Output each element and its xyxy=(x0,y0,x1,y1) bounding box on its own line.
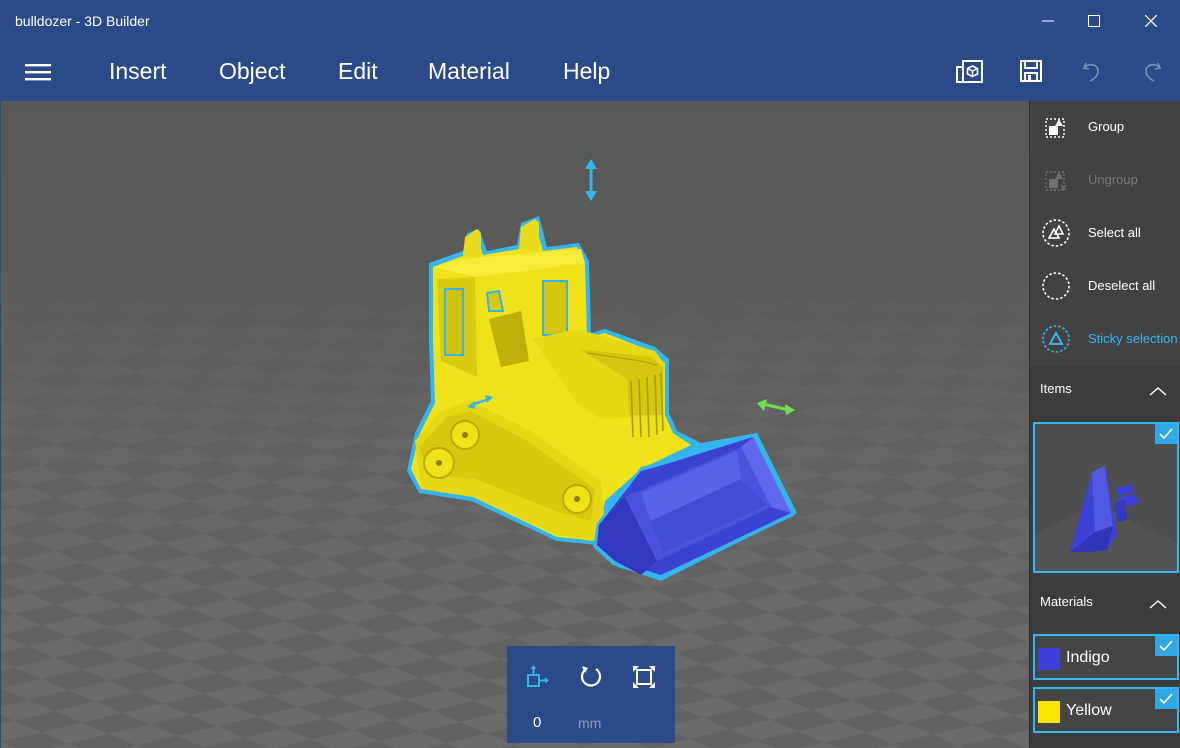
items-section-title: Items xyxy=(1040,381,1072,396)
group-label: Group xyxy=(1088,119,1125,134)
items-section-header: Items xyxy=(1030,369,1180,409)
deselect-all-button[interactable]: Deselect all xyxy=(1030,260,1180,313)
group-button[interactable]: Group xyxy=(1030,101,1180,154)
title-bar: bulldozer - 3D Builder xyxy=(1,1,1180,41)
transform-value[interactable]: 0 xyxy=(533,714,541,731)
hamburger-button[interactable] xyxy=(23,61,53,83)
scale-icon xyxy=(633,666,655,688)
bucket-thumbnail xyxy=(1035,424,1177,571)
select-all-icon xyxy=(1042,219,1070,247)
ungroup-icon xyxy=(1045,171,1067,191)
3d-view-icon xyxy=(956,60,983,83)
save-button[interactable] xyxy=(1016,56,1046,86)
transform-unit: mm xyxy=(578,715,602,731)
checkmark-icon xyxy=(1159,428,1173,440)
app-window: bulldozer - 3D Builder Insert Object Edi… xyxy=(0,0,1180,748)
materials-section-title: Materials xyxy=(1040,594,1093,609)
checkmark-icon xyxy=(1159,693,1173,705)
ungroup-label: Ungroup xyxy=(1088,172,1138,187)
close-button[interactable] xyxy=(1128,1,1174,41)
move-icon xyxy=(527,665,549,687)
undo-button[interactable] xyxy=(1077,56,1107,86)
menu-insert[interactable]: Insert xyxy=(109,58,167,85)
menu-help[interactable]: Help xyxy=(563,58,610,85)
close-icon xyxy=(1145,15,1157,27)
material-yellow[interactable]: Yellow xyxy=(1033,687,1179,733)
save-icon xyxy=(1020,60,1042,82)
3d-viewport[interactable]: 0 mm xyxy=(1,101,1029,748)
menu-material[interactable]: Material xyxy=(428,58,510,85)
right-panel: Group Ungroup Select all Deselect all St… xyxy=(1029,101,1180,748)
transform-toolbox: 0 mm xyxy=(507,646,675,743)
select-all-button[interactable]: Select all xyxy=(1030,207,1180,260)
hamburger-icon xyxy=(25,64,51,81)
deselect-all-label: Deselect all xyxy=(1088,278,1156,293)
menu-edit[interactable]: Edit xyxy=(338,58,378,85)
sticky-selection-toggle[interactable]: Sticky selection xyxy=(1030,313,1180,366)
vertical-move-gizmo[interactable] xyxy=(585,159,597,201)
material-checkbox[interactable] xyxy=(1155,689,1177,709)
redo-button[interactable] xyxy=(1137,56,1167,86)
material-name: Indigo xyxy=(1066,649,1110,666)
menu-bar: Insert Object Edit Material Help xyxy=(1,41,1180,101)
redo-icon xyxy=(1145,62,1162,82)
deselect-all-icon xyxy=(1042,272,1070,300)
material-checkbox[interactable] xyxy=(1155,636,1177,656)
scale-tool-button[interactable] xyxy=(629,662,659,692)
chevron-up-icon[interactable] xyxy=(1148,385,1168,397)
select-all-label: Select all xyxy=(1088,225,1141,240)
indigo-swatch xyxy=(1038,648,1060,670)
move-tool-button[interactable] xyxy=(523,662,553,692)
yellow-swatch xyxy=(1038,701,1060,723)
rotate-icon xyxy=(580,666,602,687)
maximize-icon xyxy=(1088,15,1100,27)
rotate-tool-button[interactable] xyxy=(576,662,606,692)
minimize-icon xyxy=(1042,20,1054,22)
sticky-selection-icon xyxy=(1042,325,1070,353)
3d-view-button[interactable] xyxy=(955,56,985,86)
item-selected-checkbox[interactable] xyxy=(1155,424,1177,444)
undo-icon xyxy=(1082,62,1099,82)
ungroup-button[interactable]: Ungroup xyxy=(1030,154,1180,207)
chevron-up-icon[interactable] xyxy=(1148,598,1168,610)
sticky-selection-label: Sticky selection xyxy=(1088,331,1178,346)
horizontal-move-gizmo[interactable] xyxy=(757,399,795,415)
menu-object[interactable]: Object xyxy=(219,58,285,85)
maximize-button[interactable] xyxy=(1071,1,1117,41)
material-indigo[interactable]: Indigo xyxy=(1033,634,1179,680)
checkmark-icon xyxy=(1159,640,1173,652)
item-thumbnail-bucket[interactable] xyxy=(1033,422,1179,573)
window-title: bulldozer - 3D Builder xyxy=(15,13,150,29)
minimize-button[interactable] xyxy=(1025,1,1071,41)
group-icon xyxy=(1045,118,1065,138)
material-name: Yellow xyxy=(1066,702,1112,719)
materials-section-header: Materials xyxy=(1030,582,1180,622)
